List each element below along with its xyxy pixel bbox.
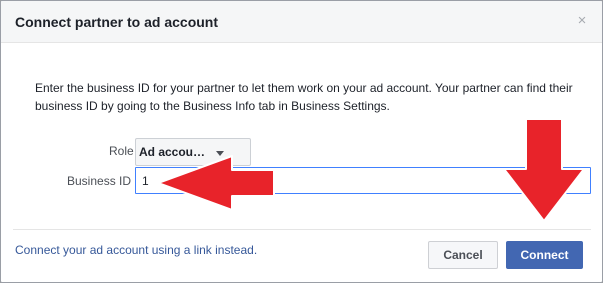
connect-button[interactable]: Connect [506,241,583,269]
red-arrow-icon [503,118,585,222]
dialog-header: Connect partner to ad account × [1,1,602,43]
footer-divider [13,229,591,230]
business-id-label: Business ID [67,174,132,188]
dialog-title: Connect partner to ad account [15,14,219,30]
close-icon[interactable]: × [575,13,589,28]
cancel-button[interactable]: Cancel [428,241,498,269]
dialog-description: Enter the business ID for your partner t… [35,81,573,113]
red-arrow-icon [157,155,275,211]
connect-via-link[interactable]: Connect your ad account using a link ins… [15,243,257,257]
role-label: Role [109,144,134,158]
